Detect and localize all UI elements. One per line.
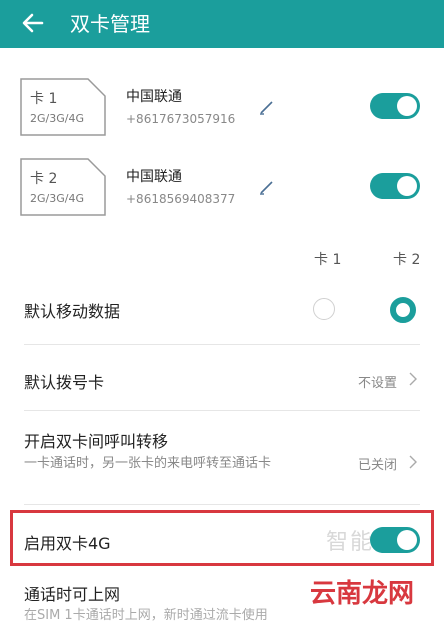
default-data-sim-2-radio[interactable] xyxy=(390,297,416,323)
chevron-right-icon xyxy=(409,372,417,386)
sim-1-carrier: 中国联通 xyxy=(126,89,182,105)
edit-sim-1-icon[interactable] xyxy=(258,98,276,116)
internet-during-call-description: 在SIM 1卡通话时上网，新时通过流卡使用 xyxy=(24,608,268,623)
sim-card-2-icon: 卡 2 2G/3G/4G xyxy=(20,158,106,216)
default-data-sim-1-radio[interactable] xyxy=(313,298,335,320)
default-dial-label[interactable]: 默认拨号卡 xyxy=(24,369,104,393)
sim-card-1-name: 卡 1 xyxy=(30,91,58,107)
column-header-sim-1: 卡 1 xyxy=(314,252,342,268)
call-forward-description: 一卡通话时，另一张卡的来电呼转至通话卡 xyxy=(24,456,272,471)
chevron-right-icon xyxy=(409,455,417,469)
sim-card-1-icon: 卡 1 2G/3G/4G xyxy=(20,78,106,136)
sim-card-1-type: 2G/3G/4G xyxy=(30,112,84,125)
sim-2-carrier: 中国联通 xyxy=(126,169,182,185)
toggle-knob xyxy=(397,530,417,550)
sim-card-2-type: 2G/3G/4G xyxy=(30,192,84,205)
sim-1-toggle[interactable] xyxy=(370,93,420,119)
dual-4g-toggle[interactable] xyxy=(370,527,420,553)
divider xyxy=(24,410,420,411)
default-data-label: 默认移动数据 xyxy=(24,302,121,321)
default-dial-value[interactable]: 不设置 xyxy=(358,372,397,391)
dual-4g-label: 启用双卡4G xyxy=(24,534,111,553)
app-bar: 双卡管理 xyxy=(0,0,444,48)
internet-during-call-label[interactable]: 通话时可上网 xyxy=(24,581,120,605)
call-forward-value[interactable]: 已关闭 xyxy=(358,454,397,473)
column-header-sim-2: 卡 2 xyxy=(393,252,421,268)
edit-sim-2-icon[interactable] xyxy=(258,178,276,196)
toggle-knob xyxy=(397,96,417,116)
sim-1-number: +8617673057916 xyxy=(126,112,236,126)
watermark-bottom: 云南龙网 xyxy=(306,578,419,610)
page-title: 双卡管理 xyxy=(70,12,150,36)
back-arrow-icon[interactable] xyxy=(20,10,46,36)
divider xyxy=(24,504,420,505)
sim-2-number: +8618569408377 xyxy=(126,192,236,206)
toggle-knob xyxy=(397,176,417,196)
divider xyxy=(24,344,420,345)
sim-card-2-name: 卡 2 xyxy=(30,171,58,187)
call-forward-label[interactable]: 开启双卡间呼叫转移 xyxy=(24,428,168,452)
sim-2-toggle[interactable] xyxy=(370,173,420,199)
